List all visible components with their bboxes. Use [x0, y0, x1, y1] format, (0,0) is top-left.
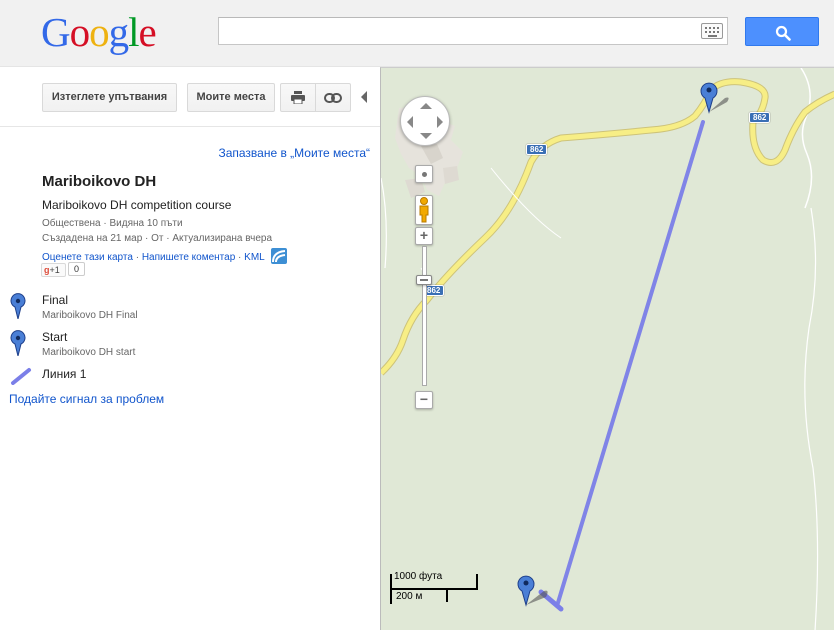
- road-number-badge: 862: [749, 112, 771, 123]
- panel-toolbar: Изтеглете упътвания Моите места: [0, 67, 380, 127]
- feature-description: Mariboikovo DH start: [42, 347, 136, 358]
- feature-description: Mariboikovo DH Final: [42, 310, 138, 321]
- report-problem-link[interactable]: Подайте сигнал за проблем: [9, 392, 164, 406]
- link-icon: [324, 93, 342, 103]
- top-header: Google: [0, 0, 834, 67]
- scale-metric: 200 м: [396, 591, 423, 602]
- map-created-updated: Създадена на 21 мар · От · Актуализирана…: [42, 233, 273, 244]
- map-title[interactable]: Mariboikovo DH: [42, 173, 156, 190]
- get-directions-button[interactable]: Изтеглете упътвания: [42, 83, 177, 112]
- collapse-panel-arrow-icon[interactable]: [361, 91, 367, 103]
- logo-letter: G: [41, 9, 71, 55]
- route-line[interactable]: [555, 120, 705, 608]
- plus-one-count: 0: [68, 262, 86, 276]
- feature-name[interactable]: Start: [42, 330, 67, 344]
- print-icon: [291, 91, 305, 105]
- logo-letter: l: [128, 9, 139, 55]
- pan-down-icon[interactable]: [420, 133, 432, 139]
- my-places-button[interactable]: Моите места: [187, 83, 275, 112]
- street-view-pegman-icon[interactable]: [415, 195, 433, 225]
- zoom-in-button[interactable]: +: [415, 227, 433, 245]
- keyboard-icon[interactable]: [701, 23, 723, 39]
- save-to-my-places-link[interactable]: Запазване в „Моите места“: [218, 146, 370, 160]
- start-marker-icon[interactable]: [514, 571, 554, 607]
- write-comment-link[interactable]: Напишете коментар: [142, 252, 235, 263]
- map-scale: 1000 фута 200 м: [390, 571, 480, 605]
- zoom-slider-track[interactable]: [422, 246, 427, 386]
- rss-feed-icon[interactable]: [271, 248, 288, 264]
- logo-letter: o: [69, 9, 90, 55]
- print-button[interactable]: [280, 83, 316, 112]
- plus-one-row: g+1 0: [41, 262, 86, 277]
- zoom-slider-thumb[interactable]: [416, 275, 432, 285]
- map-description: Mariboikovo DH competition course: [42, 198, 232, 212]
- blue-pin-icon: [10, 330, 26, 356]
- map-visibility-views: Обществена · Видяна 10 пъти: [42, 218, 183, 229]
- line-icon: [11, 368, 31, 385]
- plus-one-label: +1: [49, 265, 60, 275]
- pan-control[interactable]: [400, 96, 450, 146]
- kml-link[interactable]: KML: [244, 252, 264, 263]
- feature-name[interactable]: Линия 1: [42, 367, 86, 381]
- reset-view-button[interactable]: [415, 165, 433, 183]
- logo-letter: g: [108, 9, 129, 55]
- zoom-out-button[interactable]: −: [415, 391, 433, 409]
- link-button[interactable]: [315, 83, 351, 112]
- map-canvas[interactable]: 862 862 862 + − 1000 фута 200 м: [380, 67, 834, 630]
- search-box[interactable]: [218, 17, 728, 45]
- road-number-badge: 862: [526, 144, 548, 155]
- map-terrain: [381, 68, 834, 630]
- plus-one-button[interactable]: g+1: [41, 263, 66, 277]
- search-button[interactable]: [745, 17, 819, 46]
- logo-letter: o: [89, 9, 109, 55]
- pan-left-icon[interactable]: [407, 116, 413, 128]
- final-marker-icon[interactable]: [697, 78, 733, 114]
- side-panel: Изтеглете упътвания Моите места Запазван…: [0, 67, 380, 630]
- feature-name[interactable]: Final: [42, 293, 68, 307]
- logo-letter: e: [138, 9, 157, 55]
- search-input[interactable]: [219, 18, 689, 44]
- pan-up-icon[interactable]: [420, 103, 432, 109]
- search-icon: [775, 25, 791, 41]
- scale-imperial: 1000 фута: [394, 571, 443, 582]
- google-logo[interactable]: Google: [41, 9, 157, 55]
- blue-pin-icon: [10, 293, 26, 319]
- pan-right-icon[interactable]: [437, 116, 443, 128]
